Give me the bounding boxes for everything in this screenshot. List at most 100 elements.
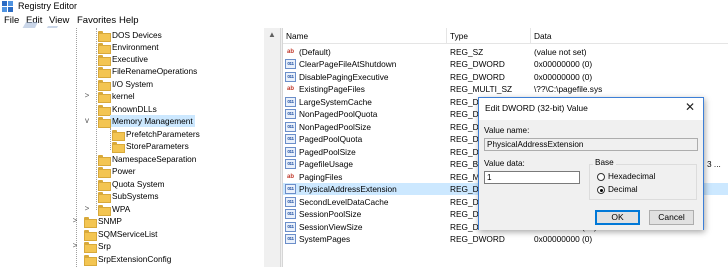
decimal-radio[interactable]: Decimal xyxy=(597,185,638,195)
column-header-type[interactable]: Type xyxy=(447,28,531,44)
value-data: 0x00000000 (0) xyxy=(534,234,593,244)
value-name: SessionPoolSize xyxy=(299,209,362,219)
tree-item-label: FileRenameOperations xyxy=(112,66,198,76)
value-row[interactable]: 011 DisablePagingExecutive REG_DWORD 0x0… xyxy=(283,71,728,83)
value-name: PagedPoolSize xyxy=(299,147,356,157)
binary-value-icon: 011 xyxy=(285,209,296,219)
collapse-chevron-icon[interactable]: v xyxy=(83,115,91,127)
tree-item[interactable]: > kernel xyxy=(85,90,135,103)
hexadecimal-label: Hexadecimal xyxy=(608,172,656,181)
menu-favorites[interactable]: Favorites xyxy=(77,14,116,27)
key-tree-pane[interactable]: DOS Devices Environment Executive FileRe… xyxy=(0,28,280,267)
expand-chevron-icon[interactable]: > xyxy=(71,215,79,227)
folder-icon xyxy=(84,254,97,266)
folder-icon xyxy=(98,30,111,42)
list-header: Name Type Data xyxy=(283,28,728,44)
radio-button-checked-icon xyxy=(597,186,605,194)
tree-item[interactable]: Quota System xyxy=(98,178,165,191)
tree-item-label: Executive xyxy=(112,54,148,64)
folder-icon xyxy=(98,66,111,78)
value-data-input[interactable]: 1 xyxy=(484,171,580,184)
value-name-field[interactable]: PhysicalAddressExtension xyxy=(484,138,698,151)
binary-value-icon: 011 xyxy=(285,184,296,194)
tree-scrollbar[interactable]: ▲ xyxy=(264,28,280,267)
scroll-up-arrow-icon[interactable]: ▲ xyxy=(268,30,276,39)
value-row[interactable]: ab ExistingPageFiles REG_MULTI_SZ \??\C:… xyxy=(283,83,728,95)
tree-item-memory-management[interactable]: v Memory Management xyxy=(85,115,195,128)
folder-icon xyxy=(98,91,111,103)
menu-help[interactable]: Help xyxy=(119,14,139,27)
tree-item[interactable]: I/O System xyxy=(98,78,153,91)
tree-item[interactable]: DOS Devices xyxy=(98,29,162,42)
tree-item[interactable]: Executive xyxy=(98,53,148,66)
tree-item[interactable]: > SNMP xyxy=(73,215,122,228)
tree-item-label: StoreParameters xyxy=(126,141,189,151)
menu-view[interactable]: View xyxy=(49,14,69,27)
value-name: NonPagedPoolQuota xyxy=(299,109,378,119)
menu-edit[interactable]: Edit xyxy=(26,14,42,27)
column-header-data[interactable]: Data xyxy=(531,28,728,44)
value-name: ClearPageFileAtShutdown xyxy=(299,59,397,69)
binary-value-icon: 011 xyxy=(285,59,296,69)
binary-value-icon: 011 xyxy=(285,197,296,207)
folder-icon xyxy=(98,191,111,203)
folder-icon xyxy=(84,229,97,241)
tree-item-label: SrpExtensionConfig xyxy=(98,254,172,264)
binary-value-icon: 011 xyxy=(285,122,296,132)
value-row[interactable]: 011 SystemPages REG_DWORD 0x00000000 (0) xyxy=(283,233,728,245)
tree-item[interactable]: FileRenameOperations xyxy=(98,65,198,78)
value-row[interactable]: ab (Default) REG_SZ (value not set) xyxy=(283,46,728,58)
tree-guide-l1 xyxy=(76,28,77,267)
value-type: REG_DWORD xyxy=(450,234,505,244)
tree-item-label: SQMServiceList xyxy=(98,229,158,239)
value-name: (Default) xyxy=(299,47,331,57)
tree-item-label: Memory Management xyxy=(110,115,195,127)
folder-icon xyxy=(98,79,111,91)
tree-item[interactable]: SQMServiceList xyxy=(84,228,158,241)
expand-chevron-icon[interactable]: > xyxy=(71,240,79,252)
tree-item[interactable]: SrpExtensionConfig xyxy=(84,253,172,266)
close-icon[interactable]: ✕ xyxy=(683,100,697,114)
tree-item-label: DOS Devices xyxy=(112,30,162,40)
tree-guide-l2 xyxy=(96,28,97,210)
hexadecimal-radio[interactable]: Hexadecimal xyxy=(597,172,655,182)
string-value-icon: ab xyxy=(286,86,294,92)
expand-chevron-icon[interactable]: > xyxy=(83,90,91,102)
folder-icon xyxy=(112,141,125,153)
tree-item[interactable]: > WPA xyxy=(85,203,130,216)
tree-item[interactable]: StoreParameters xyxy=(112,140,189,153)
value-data: 0x00000000 (0) xyxy=(534,72,593,82)
value-name-label: Value name: xyxy=(484,126,530,135)
string-value-icon: ab xyxy=(286,49,294,55)
binary-value-icon: 011 xyxy=(285,97,296,107)
tree-item[interactable]: Environment xyxy=(98,41,159,54)
expand-chevron-icon[interactable]: > xyxy=(83,203,91,215)
tree-item[interactable]: PrefetchParameters xyxy=(112,128,200,141)
cancel-button[interactable]: Cancel xyxy=(649,210,694,225)
tree-item[interactable]: SubSystems xyxy=(98,190,159,203)
tree-item[interactable]: NamespaceSeparation xyxy=(98,153,196,166)
dialog-title: Edit DWORD (32-bit) Value xyxy=(485,103,588,113)
value-row[interactable]: 011 ClearPageFileAtShutdown REG_DWORD 0x… xyxy=(283,58,728,70)
value-name: SecondLevelDataCache xyxy=(299,197,389,207)
folder-icon xyxy=(98,54,111,66)
value-name: PagingFiles xyxy=(299,172,343,182)
value-name: LargeSystemCache xyxy=(299,97,372,107)
folder-icon xyxy=(98,42,111,54)
title-bar: Registry Editor xyxy=(0,0,728,13)
tree-guide-l3 xyxy=(110,128,111,150)
column-header-name[interactable]: Name xyxy=(283,28,447,44)
value-type: REG_DWORD xyxy=(450,72,505,82)
tree-item[interactable]: > Srp xyxy=(73,240,111,253)
tree-item[interactable]: KnownDLLs xyxy=(98,103,157,116)
ok-button[interactable]: OK xyxy=(595,210,640,225)
folder-icon xyxy=(98,116,111,128)
binary-value-icon: 011 xyxy=(285,109,296,119)
value-name: SystemPages xyxy=(299,234,351,244)
value-type: REG_SZ xyxy=(450,47,484,57)
tree-item-label: kernel xyxy=(112,91,135,101)
tree-item[interactable]: Power xyxy=(98,165,136,178)
value-name: ExistingPageFiles xyxy=(299,84,365,94)
menu-file[interactable]: File xyxy=(4,14,19,27)
value-data: \??\C:\pagefile.sys xyxy=(534,84,603,94)
